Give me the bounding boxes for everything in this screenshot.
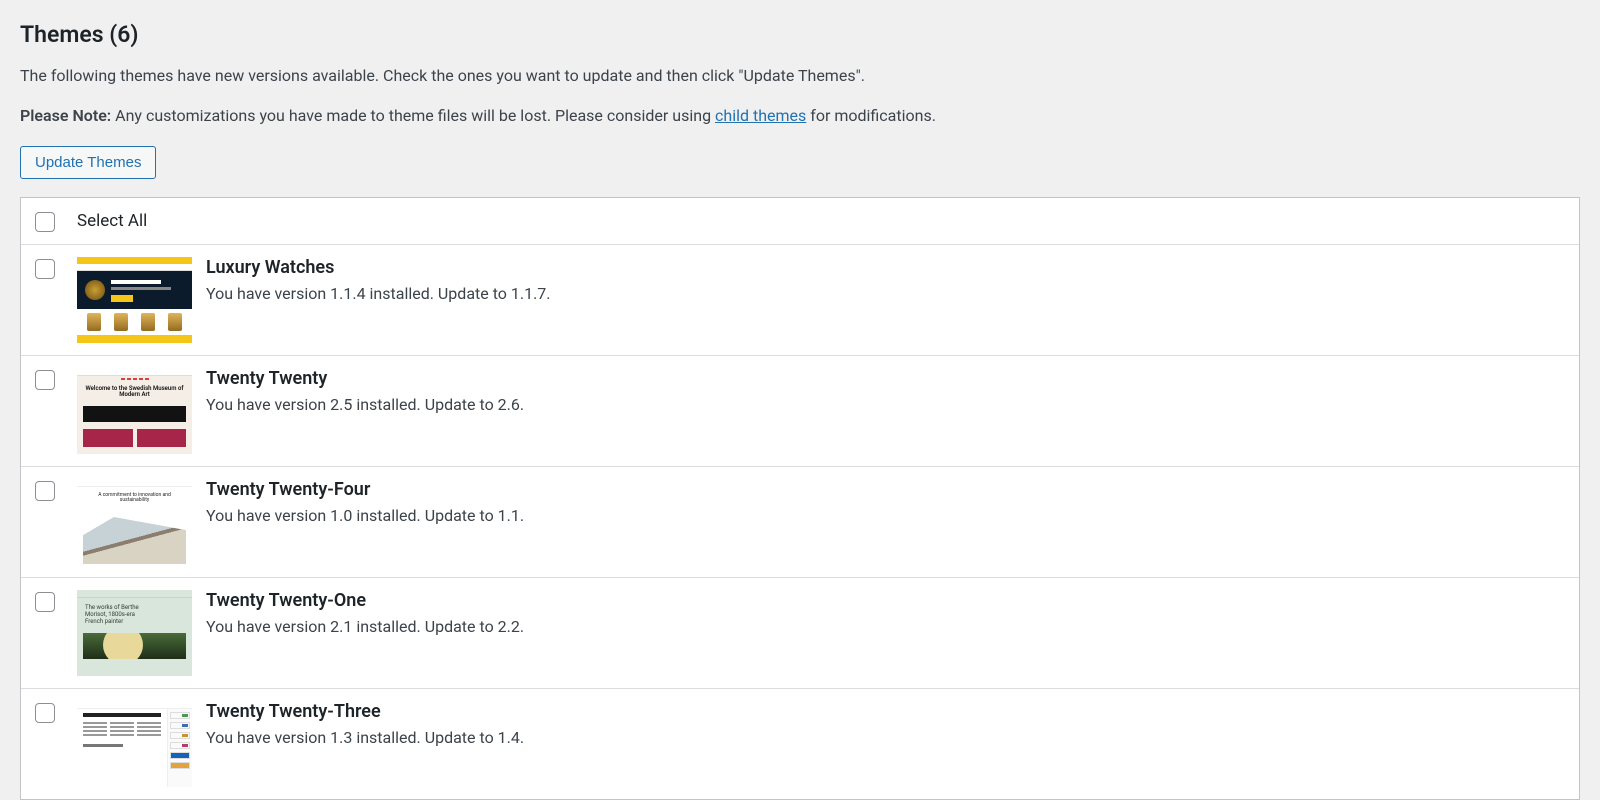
theme-row: Welcome to the Swedish Museum of Modern … [21, 356, 1579, 467]
theme-title: Twenty Twenty-Three [206, 701, 1565, 722]
theme-thumbnail: The works of Berthe Morisot, 1800s-era F… [77, 590, 192, 676]
theme-row: A commitment to innovation and sustainab… [21, 467, 1579, 578]
theme-version-text: You have version 2.5 installed. Update t… [206, 395, 1565, 414]
theme-version-text: You have version 1.0 installed. Update t… [206, 506, 1565, 525]
note-text-before: Any customizations you have made to them… [111, 106, 715, 125]
themes-list: Select All Luxury Watches You have versi… [20, 197, 1580, 800]
themes-description: The following themes have new versions a… [20, 64, 1580, 88]
page-title: Themes (6) [20, 20, 1580, 50]
theme-checkbox[interactable] [35, 259, 55, 279]
theme-checkbox[interactable] [35, 703, 55, 723]
theme-checkbox[interactable] [35, 592, 55, 612]
themes-note: Please Note: Any customizations you have… [20, 104, 1580, 128]
theme-title: Twenty Twenty [206, 368, 1565, 389]
theme-row: Twenty Twenty-Three You have version 1.3… [21, 689, 1579, 799]
theme-thumbnail: Welcome to the Swedish Museum of Modern … [77, 368, 192, 454]
update-themes-button[interactable]: Update Themes [20, 146, 156, 179]
select-all-label: Select All [77, 211, 147, 231]
theme-title: Twenty Twenty-One [206, 590, 1565, 611]
theme-thumbnail [77, 701, 192, 787]
theme-version-text: You have version 2.1 installed. Update t… [206, 617, 1565, 636]
theme-thumbnail: A commitment to innovation and sustainab… [77, 479, 192, 565]
theme-version-text: You have version 1.3 installed. Update t… [206, 728, 1565, 747]
select-all-row: Select All [21, 198, 1579, 245]
note-text-after: for modifications. [806, 106, 936, 125]
theme-checkbox[interactable] [35, 370, 55, 390]
theme-title: Twenty Twenty-Four [206, 479, 1565, 500]
theme-version-text: You have version 1.1.4 installed. Update… [206, 284, 1565, 303]
note-prefix: Please Note: [20, 106, 111, 125]
theme-thumbnail [77, 257, 192, 343]
theme-checkbox[interactable] [35, 481, 55, 501]
theme-row: The works of Berthe Morisot, 1800s-era F… [21, 578, 1579, 689]
child-themes-link[interactable]: child themes [715, 106, 806, 125]
theme-row: Luxury Watches You have version 1.1.4 in… [21, 245, 1579, 356]
theme-title: Luxury Watches [206, 257, 1565, 278]
select-all-checkbox[interactable] [35, 212, 55, 232]
